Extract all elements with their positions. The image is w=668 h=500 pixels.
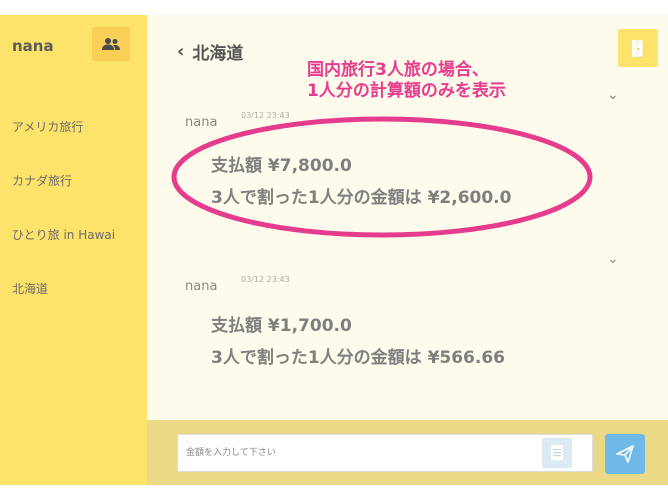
trip-list: アメリカ旅行 カナダ旅行 ひとり旅 in Hawai 北海道 (0, 99, 147, 315)
sidebar-item-hawaii[interactable]: ひとり旅 in Hawai (0, 207, 147, 261)
exit-button[interactable] (618, 29, 658, 67)
sidebar-item-label: カナダ旅行 (12, 173, 73, 188)
chevron-down-icon[interactable]: ⌄ (607, 87, 619, 103)
annotation-line-1: 国内旅行3人旅の場合、 (307, 60, 489, 80)
receipt-button[interactable] (542, 438, 572, 468)
sidebar: nana アメリカ旅行 カナダ旅行 ひとり旅 in Hawai 北海道 (0, 15, 147, 485)
message-username: nana (185, 115, 218, 130)
per-person-amount-text: 3人で割った1人分の金額は ¥2,600.0 (211, 188, 512, 208)
amount-input[interactable] (178, 435, 538, 471)
payment-amount-text: 支払額 ¥1,700.0 (211, 316, 352, 336)
message-card: nana 03/12 23:43 支払額 ¥1,700.0 3人で割った1人分の… (185, 275, 645, 379)
members-button[interactable] (92, 27, 130, 61)
sidebar-username: nana (12, 37, 54, 55)
back-button[interactable]: ‹ 北海道 (177, 39, 243, 64)
sidebar-item-label: アメリカ旅行 (12, 119, 84, 134)
send-button[interactable] (605, 434, 645, 474)
chevron-down-icon[interactable]: ⌄ (607, 251, 619, 267)
annotation-line-2: 1人分の計算額のみを表示 (307, 81, 506, 101)
message-card: nana 03/12 23:43 支払額 ¥7,800.0 3人で割った1人分の… (185, 111, 645, 215)
page-title: 北海道 (192, 44, 244, 64)
sidebar-item-hokkaido[interactable]: 北海道 (0, 261, 147, 315)
message-username: nana (185, 279, 218, 294)
sidebar-item-label: 北海道 (12, 281, 49, 296)
sidebar-item-label: ひとり旅 in Hawai (12, 227, 116, 242)
input-bar (147, 420, 668, 485)
message-timestamp: 03/12 23:43 (241, 111, 290, 120)
door-exit-icon (632, 40, 644, 58)
paper-plane-icon (616, 445, 634, 463)
message-timestamp: 03/12 23:43 (241, 275, 290, 284)
amount-field (177, 434, 593, 472)
payment-amount-text: 支払額 ¥7,800.0 (211, 156, 352, 176)
sidebar-item-canada[interactable]: カナダ旅行 (0, 153, 147, 207)
sidebar-item-america[interactable]: アメリカ旅行 (0, 99, 147, 153)
chevron-left-icon: ‹ (177, 40, 185, 62)
people-icon (102, 38, 120, 50)
receipt-icon (551, 445, 563, 461)
annotation-text: 国内旅行3人旅の場合、 1人分の計算額のみを表示 (307, 60, 506, 102)
per-person-amount-text: 3人で割った1人分の金額は ¥566.66 (211, 348, 506, 368)
